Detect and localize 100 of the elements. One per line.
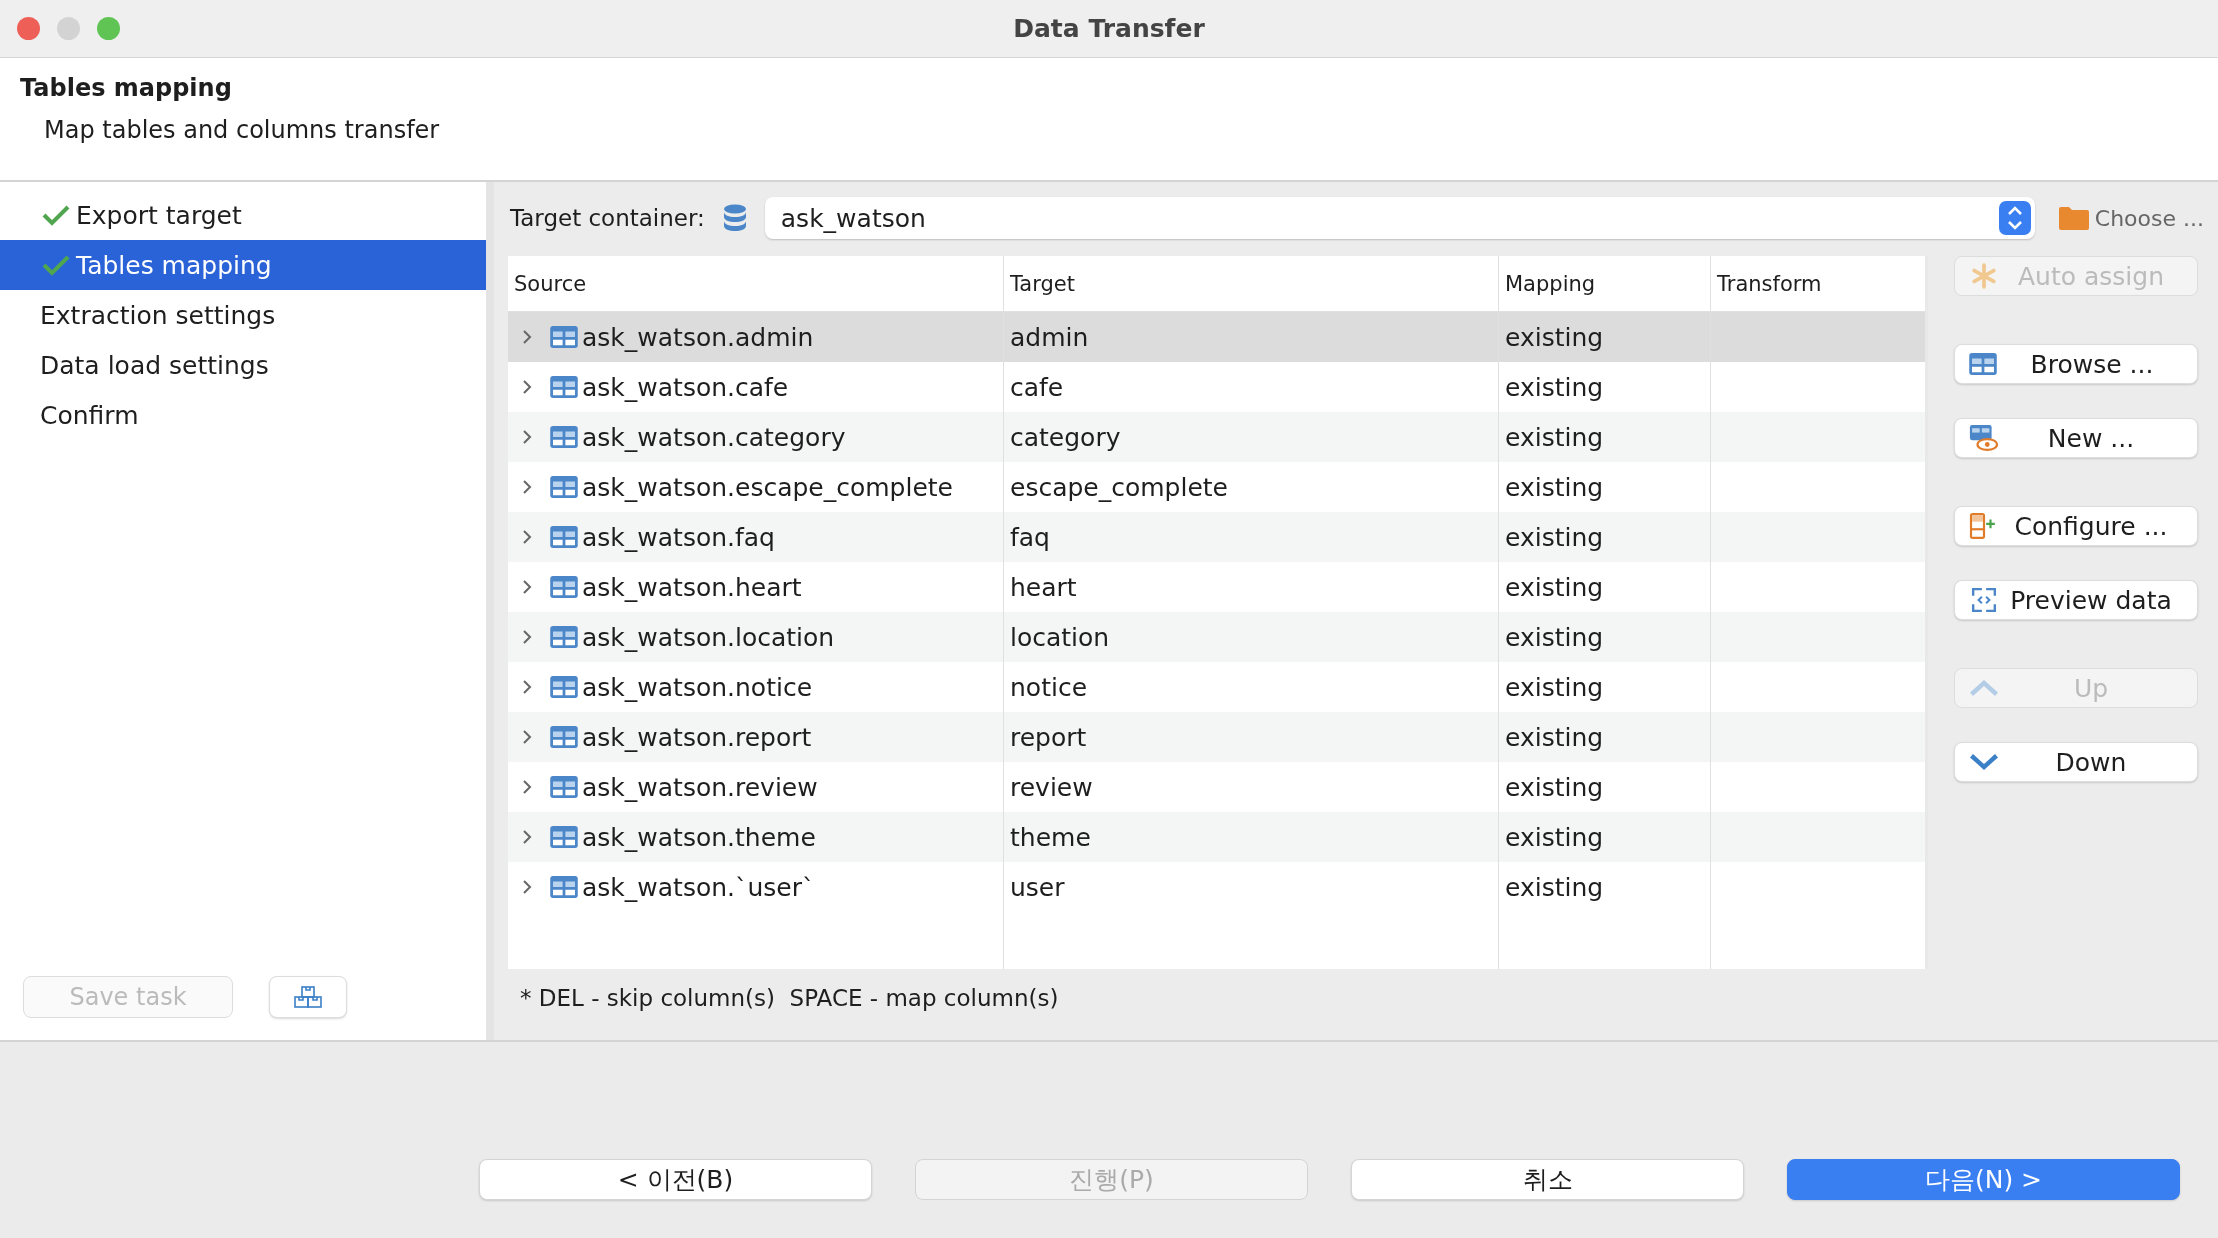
close-button[interactable] [17,17,40,40]
mapping-status: existing [1505,722,1604,752]
expand-chevron-icon[interactable] [520,328,534,346]
table-icon [550,776,578,798]
table-icon [550,726,578,748]
wizard-nav-button[interactable]: < 이전(B) [479,1159,872,1200]
mapping-status: existing [1505,422,1604,452]
source-table: ask_watson.cafe [582,372,789,402]
mapping-status: existing [1505,472,1604,502]
table-icon [550,626,578,648]
wizard-step[interactable]: Confirm [0,390,486,440]
target-table: user [1010,872,1065,902]
source-table: ask_watson.admin [582,322,814,352]
mapping-status: existing [1505,522,1604,552]
expand-chevron-icon[interactable] [520,428,534,446]
page-subtitle: Map tables and columns transfer [44,116,441,144]
configure-button[interactable]: Configure ... [1954,506,2198,546]
table-row[interactable]: ask_watson.faq faq existing [508,512,1925,562]
expand-chevron-icon[interactable] [520,778,534,796]
keyboard-hint: * DEL - skip column(s) SPACE - map column(s) [520,985,1060,1011]
column-header[interactable]: Transform [1710,256,1925,311]
expand-chevron-icon[interactable] [520,628,534,646]
asterisk-icon [1969,263,1999,289]
source-table: ask_watson.location [582,622,835,652]
choose-button[interactable]: Choose ... [2058,205,2204,231]
source-table: ask_watson.heart [582,572,802,602]
target-container-dropdown[interactable]: ask_watson [764,197,2035,239]
column-header[interactable]: Target [1003,256,1498,311]
expand-chevron-icon[interactable] [520,678,534,696]
source-table: ask_watson.theme [582,822,816,852]
target-container-label: Target container: [510,205,705,231]
target-table: cafe [1010,372,1064,402]
window-title: Data Transfer [1013,14,1205,43]
table-row[interactable]: ask_watson.location location existing [508,612,1925,662]
mapping-status: existing [1505,772,1604,802]
table-icon [550,426,578,448]
target-table: notice [1010,672,1087,702]
source-table: ask_watson.notice [582,672,813,702]
source-table: ask_watson.review [582,772,818,802]
expand-chevron-icon[interactable] [520,728,534,746]
mapping-status: existing [1505,322,1604,352]
source-table: ask_watson.faq [582,522,775,552]
wizard-step[interactable]: Tables mapping [0,240,486,290]
code-frame-icon [1969,587,1999,613]
up-down-arrows-icon [1998,201,2031,235]
target-table: review [1010,772,1093,802]
wizard-step[interactable]: Export target [0,190,486,240]
table-icon [1969,353,1997,375]
table-icon [550,876,578,898]
target-table: heart [1010,572,1077,602]
source-table: ask_watson.report [582,722,812,752]
table-row[interactable]: ask_watson.admin admin existing [508,312,1925,362]
table-icon [550,826,578,848]
table-row[interactable]: ask_watson.theme theme existing [508,812,1925,862]
table-icon [550,326,578,348]
expand-chevron-icon[interactable] [520,828,534,846]
wizard-step[interactable]: Data load settings [0,340,486,390]
target-table: admin [1010,322,1089,352]
mapping-status: existing [1505,372,1604,402]
preview-button[interactable]: Preview data [1954,580,2198,620]
target-table: faq [1010,522,1050,552]
table-icon [550,476,578,498]
check-icon [42,204,70,226]
source-table: ask_watson.`user` [582,872,815,902]
expand-chevron-icon[interactable] [520,378,534,396]
expand-chevron-icon[interactable] [520,478,534,496]
wizard-step[interactable]: Extraction settings [0,290,486,340]
mapping-status: existing [1505,822,1604,852]
tasks-button[interactable] [269,976,347,1018]
folder-icon [2058,206,2089,230]
target-table: category [1010,422,1121,452]
expand-chevron-icon[interactable] [520,578,534,596]
down-button[interactable]: Down [1954,742,2198,782]
wizard-nav-button[interactable]: 다음(N) > [1787,1159,2180,1200]
target-table: theme [1010,822,1091,852]
browse-button[interactable]: Browse ... [1954,344,2198,384]
mapping-status: existing [1505,622,1604,652]
table-icon [550,676,578,698]
mapping-status: existing [1505,572,1604,602]
table-row[interactable]: ask_watson.category category existing [508,412,1925,462]
table-row[interactable]: ask_watson.`user` user existing [508,862,1925,912]
column-header[interactable]: Source [508,256,1003,311]
wizard-nav-button[interactable]: 취소 [1351,1159,1744,1200]
database-icon [722,204,747,232]
table-eye-icon [1969,425,1999,451]
source-table: ask_watson.category [582,422,846,452]
target-table: report [1010,722,1087,752]
table-icon [550,526,578,548]
new-button[interactable]: New ... [1954,418,2198,458]
expand-chevron-icon[interactable] [520,878,534,896]
table-row[interactable]: ask_watson.report report existing [508,712,1925,762]
expand-chevron-icon[interactable] [520,528,534,546]
target-table: location [1010,622,1110,652]
table-icon [550,576,578,598]
column-header[interactable]: Mapping [1498,256,1710,311]
page-title: Tables mapping [20,74,233,102]
source-table: ask_watson.escape_complete [582,472,953,502]
boxes-icon [293,985,323,1009]
mapping-status: existing [1505,872,1604,902]
mapping-status: existing [1505,672,1604,702]
